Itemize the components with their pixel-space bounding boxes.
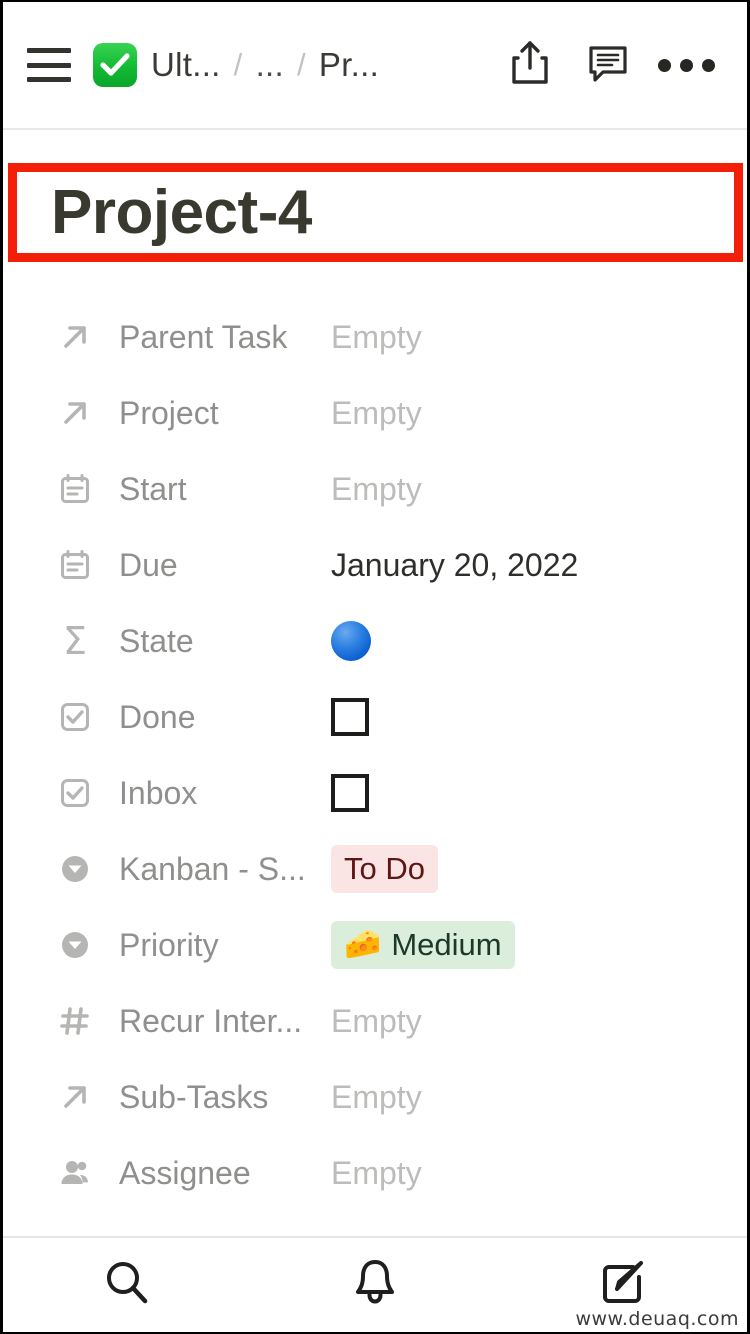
property-value-due-date[interactable]: January 20, 2022 [331,547,578,584]
property-row-inbox[interactable]: Inbox [3,755,747,831]
checkbox-icon [55,773,95,813]
property-row-kanban-t[interactable]: Kanban - T... Empty [3,1211,747,1237]
chevron-down-circle-icon [55,1229,95,1236]
property-value-kanban-status[interactable]: To Do [331,844,438,894]
property-label: Project [119,394,219,431]
property-row-recur-interval[interactable]: Recur Inter... Empty [3,983,747,1059]
breadcrumb-separator-2: / [296,47,306,82]
phone-screen: Ult... / ... / Pr... Project-4 Parent Ta… [0,0,750,1334]
property-row-done[interactable]: Done [3,679,747,755]
property-row-parent-task[interactable]: Parent Task Empty [3,299,747,375]
property-value[interactable]: Empty [331,319,422,356]
comment-button[interactable] [569,30,647,100]
notifications-button[interactable] [251,1238,499,1332]
ellipsis-icon [657,58,715,72]
app-header: Ult... / ... / Pr... [3,2,747,130]
share-button[interactable] [491,30,569,100]
property-value[interactable]: Empty [331,1079,422,1116]
property-row-start[interactable]: Start Empty [3,451,747,527]
more-options-button[interactable] [647,30,725,100]
property-list: Parent Task Empty Project Empty Start Em… [3,295,747,1236]
arrow-up-right-icon [55,317,95,357]
compose-pencil-icon [597,1257,649,1314]
property-value-inbox[interactable] [331,774,369,812]
checkbox-unchecked[interactable] [331,698,369,736]
priority-badge-medium[interactable]: 🧀 Medium [331,920,515,970]
priority-badge-label: Medium [391,926,502,962]
property-label: Assignee [119,1154,251,1191]
property-value-priority[interactable]: 🧀 Medium [331,920,515,970]
search-icon [101,1257,153,1314]
arrow-up-right-icon [55,1077,95,1117]
share-icon [509,39,551,92]
property-label: Done [119,698,196,735]
property-value-state[interactable] [331,621,371,661]
status-badge-todo[interactable]: To Do [331,844,438,894]
calendar-icon [55,545,95,585]
property-label: State [119,622,194,659]
property-row-state[interactable]: Σ State [3,603,747,679]
bottom-navigation-bar: www.deuaq.com [3,1236,747,1332]
breadcrumb-separator: / [233,47,243,82]
property-label: Due [119,546,178,583]
hash-icon [55,1001,95,1041]
blue-circle-icon [331,621,371,661]
arrow-up-right-icon [55,393,95,433]
property-label: Start [119,470,187,507]
property-label: Priority [119,926,219,963]
sigma-icon: Σ [62,619,87,663]
property-row-sub-tasks[interactable]: Sub-Tasks Empty [3,1059,747,1135]
search-button[interactable] [3,1238,251,1332]
header-actions [491,30,725,100]
property-label: Inbox [119,774,198,811]
property-value-done[interactable] [331,698,369,736]
hamburger-menu-icon[interactable] [27,48,71,82]
property-label: Parent Task [119,318,288,355]
property-label: Kanban - S... [119,850,306,887]
property-row-project[interactable]: Project Empty [3,375,747,451]
checkbox-unchecked[interactable] [331,774,369,812]
property-value[interactable]: Empty [331,1155,422,1192]
breadcrumb-item-workspace[interactable]: Ult... [151,46,221,84]
breadcrumb-item-page[interactable]: Pr... [319,46,379,84]
property-row-priority[interactable]: Priority 🧀 Medium [3,907,747,983]
cheese-icon: 🧀 [344,928,382,962]
property-value[interactable]: Empty [331,1003,422,1040]
property-value[interactable]: Empty [331,395,422,432]
property-label: Recur Inter... [119,1002,303,1039]
property-row-assignee[interactable]: Assignee Empty [3,1135,747,1211]
page-title[interactable]: Project-4 [3,130,747,295]
green-checkmark-app-icon [93,43,137,87]
checkbox-icon [55,697,95,737]
title-section: Project-4 [3,130,747,295]
breadcrumb-item-middle[interactable]: ... [256,46,284,84]
site-watermark: www.deuaq.com [575,1308,739,1330]
breadcrumb[interactable]: Ult... / ... / Pr... [151,46,491,84]
comment-bubble-icon [586,41,630,90]
bell-icon [350,1257,400,1314]
person-icon [55,1153,95,1193]
chevron-down-circle-icon [55,925,95,965]
property-row-kanban-status[interactable]: Kanban - S... To Do [3,831,747,907]
property-value[interactable]: Empty [331,471,422,508]
property-label: Sub-Tasks [119,1078,269,1115]
chevron-down-circle-icon [55,849,95,889]
calendar-icon [55,469,95,509]
property-row-due[interactable]: Due January 20, 2022 [3,527,747,603]
